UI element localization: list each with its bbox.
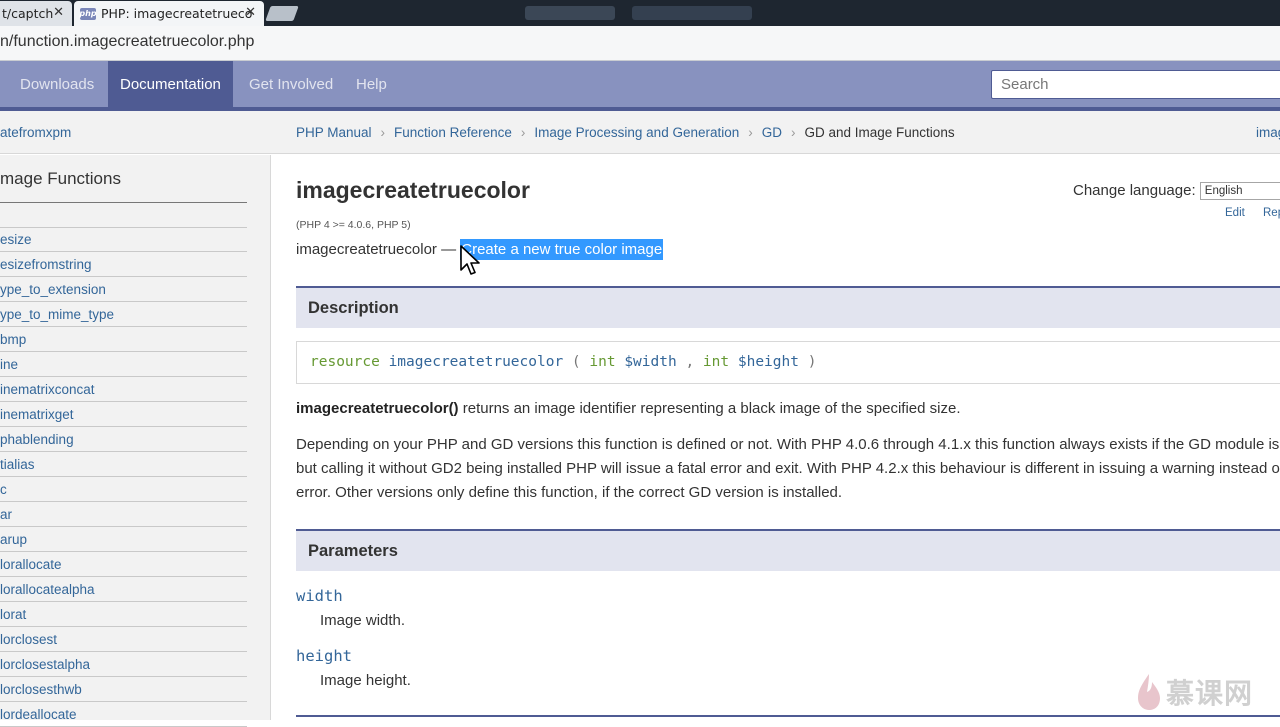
sidebar-item[interactable]: ar bbox=[0, 502, 247, 527]
breadcrumb-gd[interactable]: GD bbox=[762, 125, 782, 140]
sidebar-list: esize esizefromstring ype_to_extension ype_… bbox=[0, 227, 247, 727]
breadcrumb: atefromxpm PHP Manual › Function Reference… bbox=[0, 111, 1280, 154]
param-height-name: height bbox=[296, 647, 352, 665]
breadcrumb-trail: PHP Manual › Function Reference › Image Proc… bbox=[296, 125, 955, 140]
param-width-desc: Image width. bbox=[320, 612, 406, 629]
sidebar: mage Functions esize esizefromstring ype_t… bbox=[0, 155, 271, 727]
address-bar[interactable]: n/function.imagecreatetruecolor.php bbox=[0, 26, 1280, 61]
blurred-region bbox=[525, 6, 615, 20]
function-name: imagecreatetruecolor bbox=[388, 354, 564, 370]
nav-documentation[interactable]: Documentation bbox=[108, 61, 233, 107]
parameters-heading: Parameters bbox=[296, 529, 1280, 571]
next-function-link[interactable]: imag bbox=[1256, 125, 1280, 140]
refname-dash: — bbox=[436, 241, 461, 258]
mouse-cursor-icon bbox=[460, 245, 480, 275]
browser-tab[interactable]: t/captch ✕ bbox=[0, 1, 72, 26]
comma: , bbox=[685, 354, 695, 370]
sidebar-item[interactable]: lorclosesthwb bbox=[0, 677, 247, 702]
description-line: error. Other versions only define this f… bbox=[296, 484, 843, 501]
change-language: Change language: English bbox=[1073, 182, 1280, 201]
breadcrumb-current: GD and Image Functions bbox=[804, 125, 955, 140]
tab-title: t/captch bbox=[2, 6, 54, 21]
method-signature: resource imagecreatetruecolor ( int $wid… bbox=[296, 341, 1280, 384]
watermark-text: 慕课网 bbox=[1166, 677, 1254, 710]
flame-logo-icon bbox=[1138, 674, 1160, 710]
sidebar-title: mage Functions bbox=[0, 169, 121, 188]
new-tab-button[interactable] bbox=[265, 6, 299, 21]
divider bbox=[0, 202, 247, 203]
version-info: (PHP 4 >= 4.0.6, PHP 5) bbox=[296, 219, 411, 231]
divider bbox=[296, 715, 1280, 717]
breadcrumb-separator: › bbox=[380, 125, 386, 140]
description-line: but calling it without GD2 being install… bbox=[296, 460, 1280, 477]
watermark: 慕课网 bbox=[1136, 668, 1253, 716]
prev-function-link[interactable]: atefromxpm bbox=[0, 125, 71, 140]
language-select[interactable]: English bbox=[1199, 182, 1280, 201]
param-var: $height bbox=[737, 354, 799, 370]
function-ref: imagecreatetruecolor() bbox=[296, 400, 459, 417]
return-description: imagecreatetruecolor() returns an image … bbox=[296, 397, 961, 421]
nav-get-involved[interactable]: Get Involved bbox=[249, 61, 333, 107]
browser-tab-active[interactable]: php PHP: imagecreatetrueco ✕ bbox=[74, 1, 264, 26]
sidebar-item[interactable]: tialias bbox=[0, 452, 247, 477]
param-type: int bbox=[702, 354, 730, 370]
sidebar-item[interactable]: inematrixconcat bbox=[0, 377, 247, 402]
sidebar-item[interactable]: c bbox=[0, 477, 247, 502]
breadcrumb-separator: › bbox=[748, 125, 753, 140]
sidebar-item[interactable]: ype_to_mime_type bbox=[0, 302, 247, 327]
nav-downloads[interactable]: Downloads bbox=[20, 61, 94, 107]
browser-tab-strip: t/captch ✕ php PHP: imagecreatetrueco ✕ bbox=[0, 0, 1280, 26]
paren-open: ( bbox=[571, 354, 581, 370]
page-title: imagecreatetruecolor bbox=[296, 177, 530, 203]
breadcrumb-function-reference[interactable]: Function Reference bbox=[394, 125, 512, 140]
return-type: resource bbox=[310, 354, 380, 370]
sidebar-item[interactable]: phablending bbox=[0, 427, 247, 452]
sidebar-item[interactable]: arup bbox=[0, 527, 247, 552]
sidebar-item[interactable]: lordeallocate bbox=[0, 702, 247, 727]
description-line: Depending on your PHP and GD versions th… bbox=[296, 436, 1280, 453]
site-navbar: Downloads Documentation Get Involved Hel… bbox=[0, 61, 1280, 111]
refname: imagecreatetruecolor bbox=[296, 241, 437, 258]
sidebar-item[interactable]: inematrixget bbox=[0, 402, 247, 427]
param-height-desc: Image height. bbox=[320, 672, 411, 689]
sidebar-item[interactable]: lorclosestalpha bbox=[0, 652, 247, 677]
sidebar-item[interactable]: lorallocate bbox=[0, 552, 247, 577]
param-width-name: width bbox=[296, 587, 343, 605]
url-text[interactable]: n/function.imagecreatetruecolor.php bbox=[0, 33, 254, 51]
main-content: imagecreatetruecolor Change language: En… bbox=[296, 155, 1280, 720]
sidebar-item[interactable]: ine bbox=[0, 352, 247, 377]
sidebar-item[interactable]: esize bbox=[0, 227, 247, 252]
nav-help[interactable]: Help bbox=[356, 61, 387, 107]
description-heading: Description bbox=[296, 286, 1280, 328]
change-language-label: Change language: bbox=[1073, 182, 1196, 199]
paren-close: ) bbox=[807, 354, 817, 370]
breadcrumb-separator: › bbox=[791, 125, 796, 140]
refpurpose-selected: Create a new true color image bbox=[460, 239, 664, 260]
return-text: returns an image identifier representing… bbox=[458, 400, 961, 417]
blurred-region bbox=[632, 6, 752, 20]
sidebar-item[interactable]: ype_to_extension bbox=[0, 277, 247, 302]
tab-title: PHP: imagecreatetrueco bbox=[101, 6, 253, 21]
sidebar-item[interactable]: bmp bbox=[0, 327, 247, 352]
sidebar-item[interactable]: lorclosest bbox=[0, 627, 247, 652]
edit-link[interactable]: Edit bbox=[1225, 207, 1245, 219]
sidebar-item[interactable]: lorat bbox=[0, 602, 247, 627]
search-input[interactable]: Search bbox=[991, 70, 1280, 99]
param-type: int bbox=[589, 354, 616, 370]
close-tab-icon[interactable]: ✕ bbox=[245, 5, 256, 20]
param-var: $width bbox=[624, 354, 677, 370]
breadcrumb-php-manual[interactable]: PHP Manual bbox=[296, 125, 372, 140]
php-favicon-icon: php bbox=[79, 7, 97, 20]
report-bug-link[interactable]: Rep bbox=[1263, 207, 1280, 219]
close-tab-icon[interactable]: ✕ bbox=[53, 5, 64, 20]
breadcrumb-image-processing[interactable]: Image Processing and Generation bbox=[534, 125, 739, 140]
breadcrumb-separator: › bbox=[520, 125, 526, 140]
sidebar-item[interactable]: lorallocatealpha bbox=[0, 577, 247, 602]
sidebar-item[interactable]: esizefromstring bbox=[0, 252, 247, 277]
